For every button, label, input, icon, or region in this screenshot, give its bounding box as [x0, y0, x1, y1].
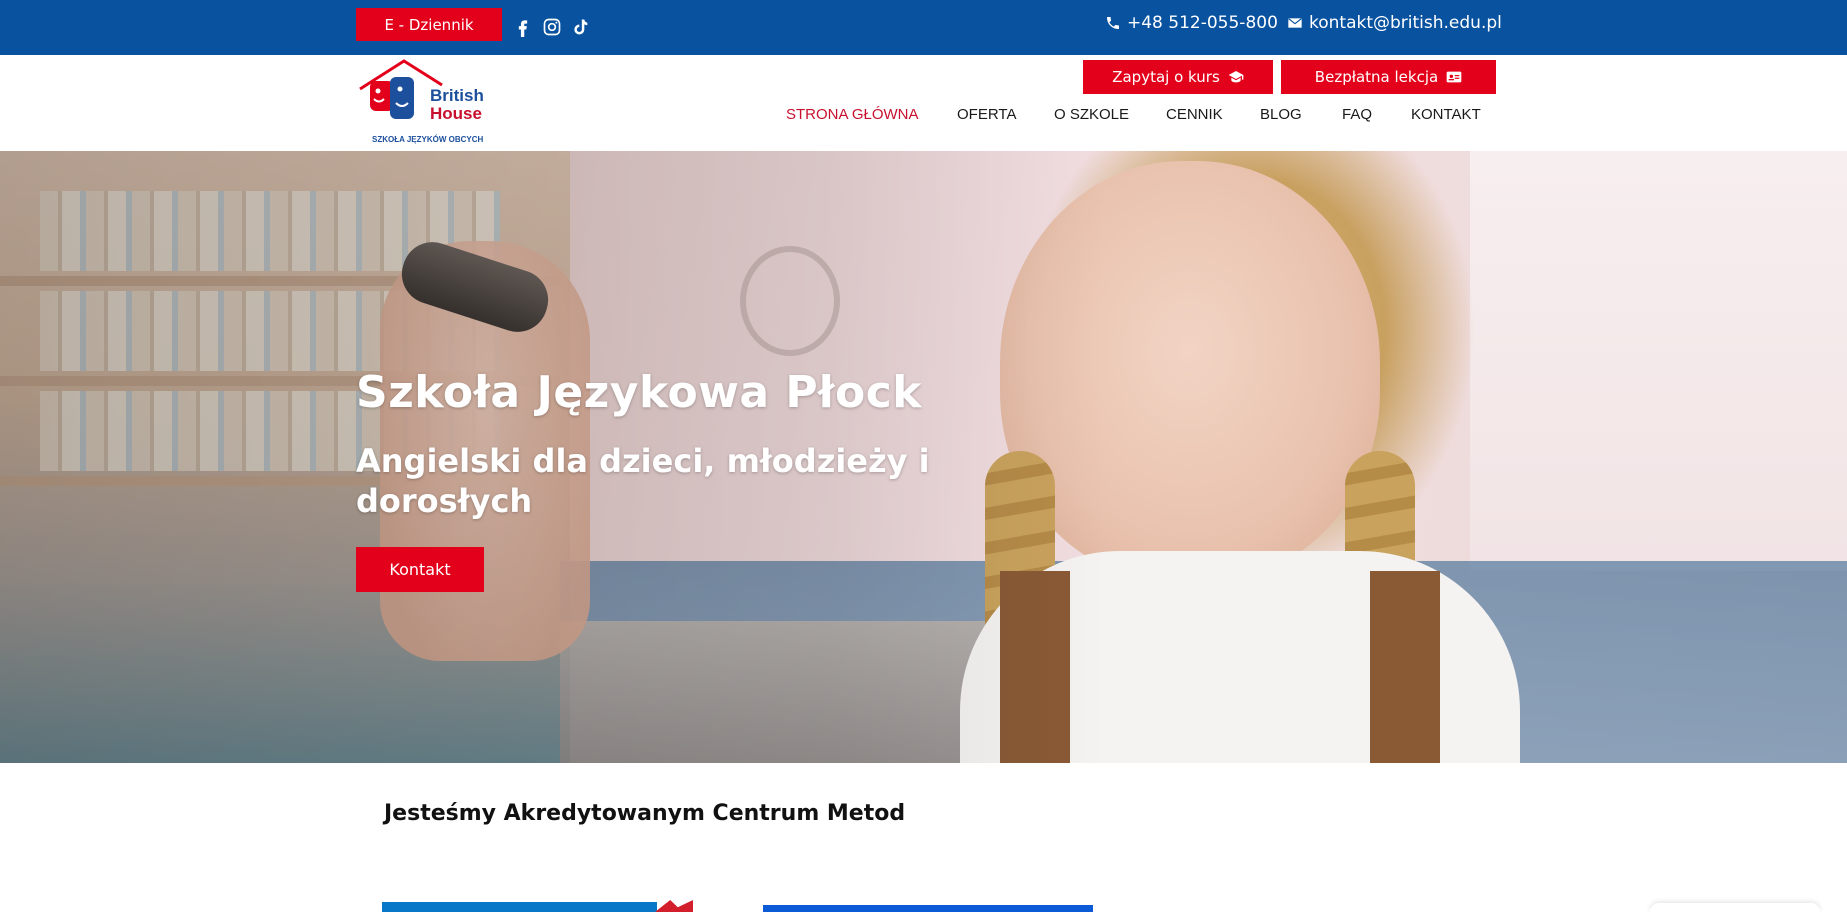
site-header: British House SZKOŁA JĘZYKÓW OBCYCH Zapy… [0, 55, 1847, 151]
graduation-cap-icon [1228, 71, 1244, 83]
phone-link[interactable]: +48 512-055-800 [1105, 13, 1278, 33]
envelope-icon [1288, 18, 1302, 28]
phone-number: +48 512-055-800 [1127, 13, 1278, 33]
hero-title: Szkoła Językowa Płock [356, 367, 923, 418]
ask-course-button[interactable]: Zapytaj o kurs [1083, 60, 1273, 94]
nav-blog[interactable]: BLOG [1260, 106, 1302, 123]
main-nav: STRONA GŁÓWNA OFERTA O SZKOLE CENNIK BLO… [0, 106, 1847, 130]
logo-tagline: SZKOŁA JĘZYKÓW OBCYCH [372, 135, 484, 144]
accreditation-logo-1[interactable] [382, 902, 657, 912]
hero-subtitle: Angielski dla dzieci, młodzieży i dorosł… [356, 442, 930, 520]
contact-button[interactable]: Kontakt [356, 547, 484, 592]
nav-cennik[interactable]: CENNIK [1166, 106, 1223, 123]
nav-kontakt[interactable]: KONTAKT [1411, 106, 1481, 123]
nav-faq[interactable]: FAQ [1342, 106, 1372, 123]
tiktok-icon[interactable] [570, 16, 592, 38]
nav-strona-glowna[interactable]: STRONA GŁÓWNA [786, 106, 919, 123]
email-address: kontakt@british.edu.pl [1309, 13, 1502, 33]
instagram-icon[interactable] [541, 16, 563, 38]
section-title: Jesteśmy Akredytowanym Centrum Metod [384, 801, 906, 826]
accreditation-logo-1-mark [655, 900, 693, 912]
accreditation-logo-2[interactable] [763, 905, 1093, 912]
free-lesson-button[interactable]: Bezpłatna lekcja [1281, 60, 1496, 94]
id-card-icon [1446, 71, 1462, 83]
british-house-logo[interactable]: British House SZKOŁA JĘZYKÓW OBCYCH [356, 59, 488, 147]
e-dziennik-button[interactable]: E - Dziennik [356, 8, 502, 41]
hero-banner: Szkoła Językowa Płock Angielski dla dzie… [0, 151, 1847, 763]
phone-icon [1107, 17, 1119, 29]
nav-o-szkole[interactable]: O SZKOLE [1054, 106, 1129, 123]
top-bar: E - Dziennik +48 512-055-800 kontakt@bri… [0, 0, 1847, 55]
facebook-icon[interactable] [512, 16, 534, 38]
nav-oferta[interactable]: OFERTA [957, 106, 1016, 123]
floating-widget[interactable] [1650, 903, 1820, 912]
email-link[interactable]: kontakt@british.edu.pl [1287, 13, 1502, 33]
